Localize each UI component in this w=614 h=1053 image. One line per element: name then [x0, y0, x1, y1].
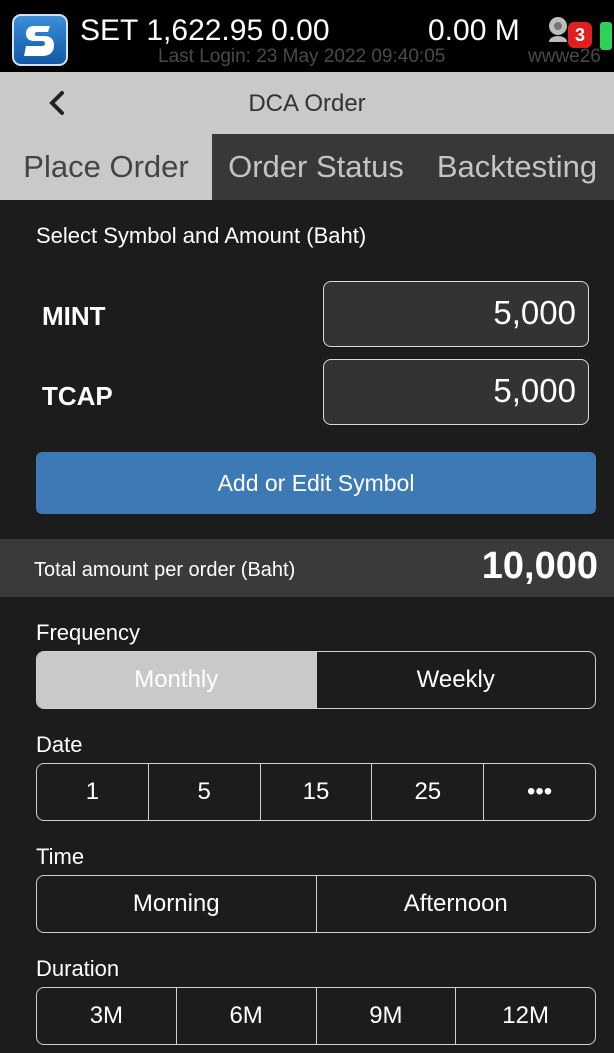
duration-option[interactable]: 3M [37, 988, 176, 1044]
tab-order-status[interactable]: Order Status [212, 134, 420, 200]
title-bar: DCA Order [0, 72, 614, 134]
index-name: SET [80, 14, 139, 47]
index-ticker: SET 1,622.95 0.00 [80, 14, 338, 48]
total-amount-label: Total amount per order (Baht) [34, 559, 296, 581]
index-value: 1,622.95 [146, 14, 264, 47]
select-symbol-label: Select Symbol and Amount (Baht) [36, 223, 367, 248]
symbol-amount-input[interactable]: 5,000 [323, 281, 589, 347]
date-option[interactable]: 15 [259, 764, 372, 820]
date-option[interactable]: 5 [147, 764, 260, 820]
duration-option[interactable]: 9M [315, 988, 456, 1044]
time-label: Time [36, 844, 85, 869]
frequency-option-weekly[interactable]: Weekly [315, 652, 596, 708]
duration-selector: 3M 6M 9M 12M [36, 987, 596, 1045]
duration-option[interactable]: 12M [455, 988, 595, 1044]
symbol-name: TCAP [42, 381, 113, 411]
time-option-afternoon[interactable]: Afternoon [315, 876, 596, 932]
total-amount-value: 10,000 [481, 545, 598, 587]
duration-label: Duration [36, 956, 120, 981]
time-option-morning[interactable]: Morning [37, 876, 316, 932]
symbol-amount-input[interactable]: 5,000 [323, 359, 589, 425]
last-login-text: Last Login: 23 May 2022 09:40:05 [158, 46, 446, 67]
duration-option[interactable]: 6M [175, 988, 316, 1044]
dca-order-form: Select Symbol and Amount (Baht) MINT 5,0… [0, 200, 614, 1053]
frequency-option-monthly[interactable]: Monthly [37, 652, 316, 708]
date-option[interactable]: 1 [37, 764, 148, 820]
tab-backtesting[interactable]: Backtesting [420, 134, 614, 200]
total-amount-bar: Total amount per order (Baht) 10,000 [0, 539, 614, 597]
frequency-label: Frequency [36, 620, 140, 645]
app-logo-icon [12, 14, 68, 66]
frequency-selector: Monthly Weekly [36, 651, 596, 709]
tab-bar: Place Order Order Status Backtesting [0, 134, 614, 200]
add-edit-symbol-button[interactable]: Add or Edit Symbol [36, 452, 596, 514]
date-option[interactable]: 25 [371, 764, 483, 820]
time-selector: Morning Afternoon [36, 875, 596, 933]
tab-place-order[interactable]: Place Order [0, 134, 212, 200]
battery-icon [600, 22, 612, 50]
user-tag: wwwe26 [528, 46, 601, 67]
status-bar: SET 1,622.95 0.00 0.00 M Last Login: 23 Ma… [0, 0, 614, 72]
index-change: 0.00 [271, 14, 330, 47]
page-title: DCA Order [248, 90, 366, 117]
more-dates-icon[interactable]: ••• [483, 764, 595, 820]
date-selector: 1 5 15 25 ••• [36, 763, 596, 821]
date-label: Date [36, 732, 83, 757]
notification-badge[interactable]: 3 [568, 22, 592, 48]
index-volume: 0.00 M [428, 14, 520, 47]
symbol-name: MINT [42, 301, 106, 331]
